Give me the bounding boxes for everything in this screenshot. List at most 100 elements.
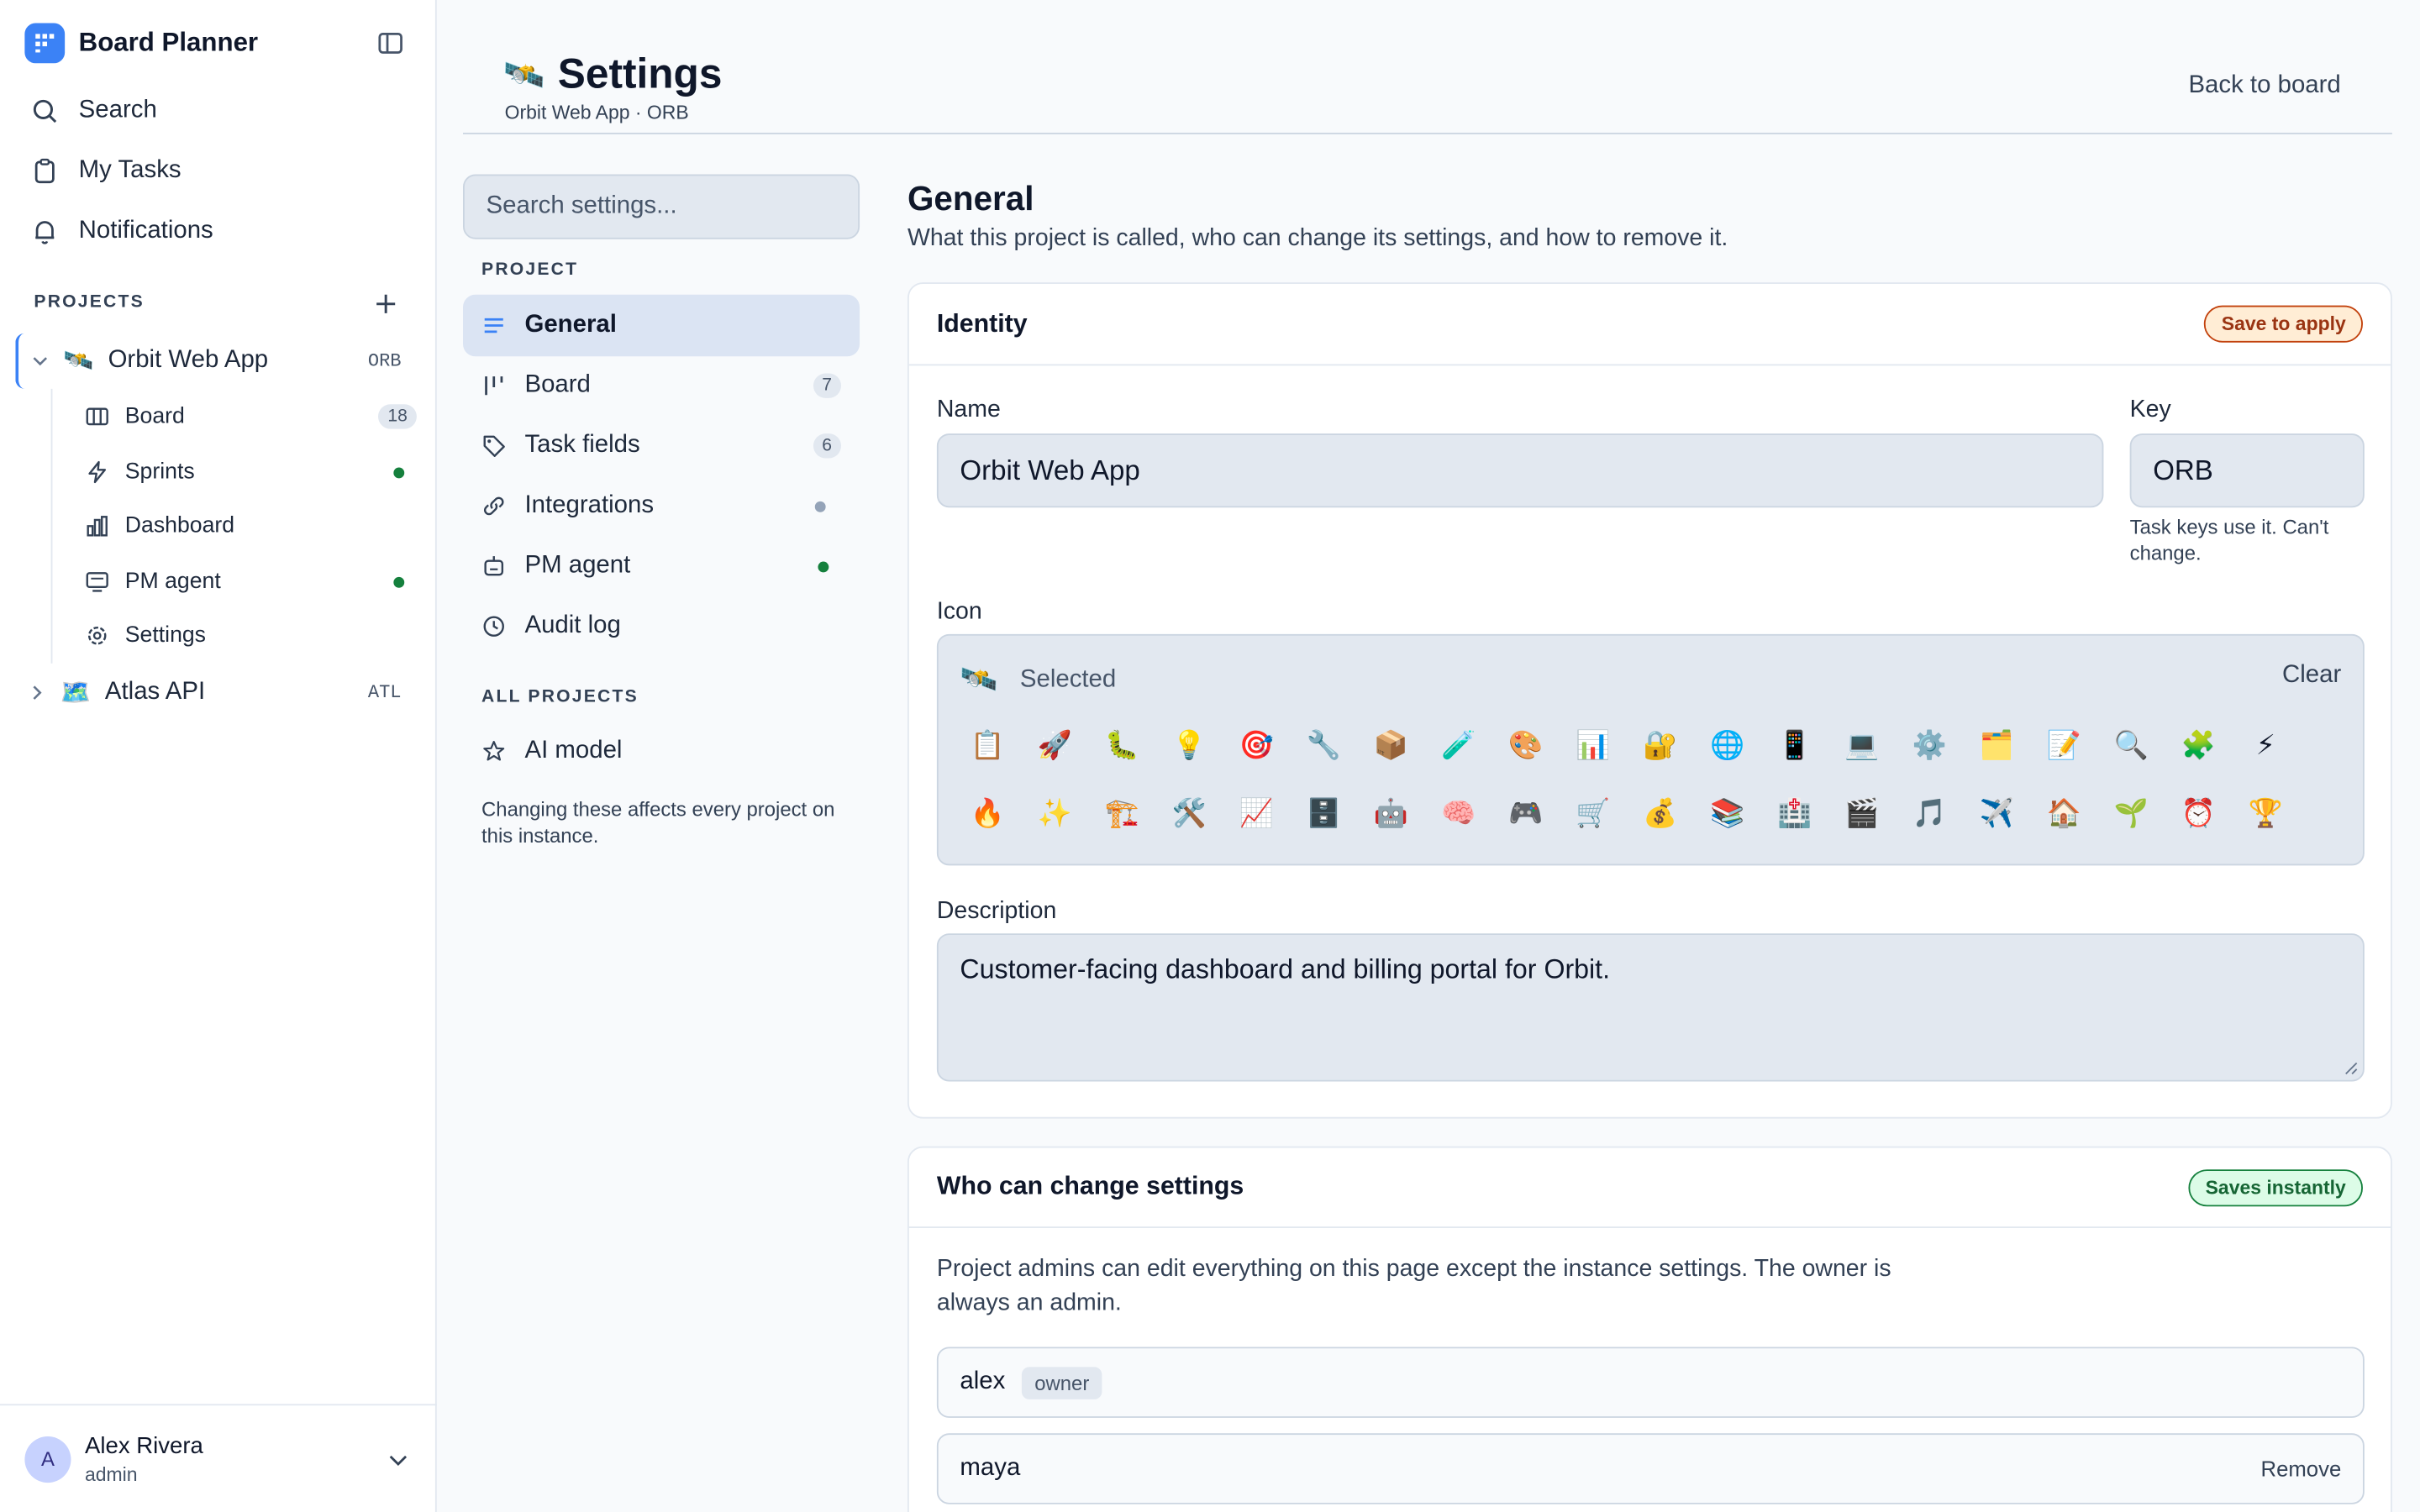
chevron-down-icon[interactable]	[31, 352, 50, 370]
nav-notifications-label: Notifications	[78, 217, 213, 244]
instance-note: Changing these affects every project on …	[481, 797, 835, 848]
emoji-option-icon[interactable]: ⏰	[2165, 789, 2232, 838]
kanban-icon	[485, 376, 503, 396]
sidebar-item-label: Settings	[124, 623, 207, 648]
emoji-option-icon[interactable]: 📈	[1223, 789, 1290, 838]
emoji-option-icon[interactable]: 📊	[1560, 721, 1627, 770]
settings-nav-general[interactable]: General	[463, 294, 860, 357]
emoji-option-icon[interactable]: 🏗️	[1088, 789, 1155, 838]
bell-icon	[35, 221, 55, 244]
clear-icon-button[interactable]: Clear	[2282, 662, 2341, 690]
settings-nav-label: PM agent	[524, 552, 631, 579]
project-atlas[interactable]: 🗺️ Atlas API ATL	[15, 665, 419, 721]
emoji-option-icon[interactable]: 🛒	[1560, 789, 1627, 838]
emoji-option-icon[interactable]: ✈️	[1963, 789, 2030, 838]
name-label: Name	[936, 396, 1001, 423]
project-key: ATL	[367, 681, 402, 704]
emoji-option-icon[interactable]: 🛠️	[1155, 789, 1223, 838]
emoji-option-icon[interactable]: 🧠	[1425, 789, 1492, 838]
permissions-text: Project admins can edit everything on th…	[936, 1256, 1891, 1316]
sidebar-toggle-icon[interactable]	[376, 29, 404, 57]
emoji-option-icon[interactable]: 🏠	[2030, 789, 2097, 838]
project-orbit[interactable]: 🛰️ Orbit Web App ORB	[15, 333, 419, 389]
card-title: Identity	[936, 309, 1028, 338]
remove-member-button[interactable]: Remove	[2261, 1457, 2342, 1481]
emoji-option-icon[interactable]: 🎬	[1828, 789, 1896, 838]
settings-nav-label: Task fields	[524, 432, 640, 459]
emoji-option-icon[interactable]: 🧪	[1425, 721, 1492, 770]
card-title: Who can change settings	[936, 1172, 1244, 1200]
emoji-option-icon[interactable]: 🔍	[2097, 721, 2165, 770]
settings-nav-audit-log[interactable]: Audit log	[463, 596, 860, 657]
emoji-option-icon[interactable]: 🔐	[1627, 721, 1694, 770]
emoji-option-icon[interactable]: 📋	[954, 721, 1021, 770]
back-to-board-button[interactable]: Back to board	[2188, 72, 2340, 100]
section-description: What this project is called, who can cha…	[907, 225, 1728, 252]
description-textarea[interactable]: Customer-facing dashboard and billing po…	[936, 933, 2365, 1082]
resize-handle-icon[interactable]	[2344, 1062, 2359, 1076]
sidebar-item-label: Sprints	[124, 459, 195, 485]
sidebar-item-settings[interactable]: Settings	[85, 616, 417, 656]
chevron-down-icon[interactable]	[387, 1448, 409, 1470]
settings-search-input[interactable]	[463, 174, 860, 239]
emoji-option-icon[interactable]: 🔧	[1290, 721, 1357, 770]
sidebar-item-sprints[interactable]: Sprints	[85, 452, 417, 492]
count-badge: 6	[813, 433, 842, 459]
sidebar-item-pm-agent[interactable]: PM agent	[85, 562, 417, 602]
sidebar-item-dashboard[interactable]: Dashboard	[85, 506, 417, 546]
selected-label: Selected	[1019, 665, 1117, 692]
settings-nav-integrations[interactable]: Integrations	[463, 475, 860, 537]
emoji-option-icon[interactable]: 💰	[1627, 789, 1694, 838]
emoji-option-icon[interactable]: 🤖	[1357, 789, 1424, 838]
settings-nav-pm-agent[interactable]: PM agent	[463, 535, 860, 596]
user-menu[interactable]: A Alex Rivera admin	[0, 1404, 437, 1512]
chevron-right-icon[interactable]	[28, 684, 46, 702]
nav-notifications[interactable]: Notifications	[31, 210, 213, 253]
key-input[interactable]: ORB	[2129, 433, 2365, 508]
emoji-option-icon[interactable]: ⚙️	[1896, 721, 1963, 770]
emoji-option-icon[interactable]: 🌱	[2097, 789, 2165, 838]
star-icon	[483, 740, 505, 761]
emoji-option-icon[interactable]: 💡	[1155, 721, 1223, 770]
emoji-option-icon[interactable]: 📱	[1761, 721, 1828, 770]
emoji-grid-row: 🔥 ✨ 🏗️ 🛠️ 📈 🗄️ 🤖 🧠 🎮 🛒 💰 📚 🏥 🎬 🎵 ✈️ 🏠 🌱 ⏰ 🏆	[954, 789, 2299, 838]
nav-search[interactable]: Search	[31, 90, 157, 133]
emoji-option-icon[interactable]: 📦	[1357, 721, 1424, 770]
description-label: Description	[936, 897, 1057, 925]
emoji-option-icon[interactable]: 🎨	[1492, 721, 1560, 770]
emoji-option-icon[interactable]: 🌐	[1694, 721, 1761, 770]
emoji-option-icon[interactable]: 🏥	[1761, 789, 1828, 838]
name-input[interactable]: Orbit Web App	[936, 433, 2104, 508]
emoji-option-icon[interactable]: 🏆	[2232, 789, 2299, 838]
emoji-option-icon[interactable]: 💻	[1828, 721, 1896, 770]
settings-nav-ai-model[interactable]: AI model	[463, 721, 860, 782]
monitor-icon	[86, 572, 108, 592]
page-header: 🛰️ Settings Orbit Web App · ORB Back to …	[463, 0, 2392, 134]
settings-nav-board[interactable]: Board 7	[463, 354, 860, 416]
clock-icon	[483, 616, 504, 637]
sidebar-item-label: PM agent	[124, 569, 221, 595]
emoji-option-icon[interactable]: 🐛	[1088, 721, 1155, 770]
emoji-option-icon[interactable]: 🎮	[1492, 789, 1560, 838]
settings-nav-task-fields[interactable]: Task fields 6	[463, 415, 860, 476]
emoji-option-icon[interactable]: 🧩	[2165, 721, 2232, 770]
bar-chart-icon	[87, 516, 108, 537]
settings-nav-label: AI model	[524, 737, 623, 764]
map-icon: 🗺️	[60, 680, 92, 707]
gear-icon	[87, 626, 107, 645]
sidebar-item-label: Board	[124, 404, 185, 429]
add-project-icon[interactable]	[372, 290, 400, 318]
emoji-option-icon[interactable]: 🎯	[1223, 721, 1290, 770]
nav-my-tasks[interactable]: My Tasks	[31, 150, 182, 192]
emoji-option-icon[interactable]: 🔥	[954, 789, 1021, 838]
emoji-option-icon[interactable]: 🚀	[1021, 721, 1088, 770]
emoji-option-icon[interactable]: ✨	[1021, 789, 1088, 838]
emoji-option-icon[interactable]: 📝	[2030, 721, 2097, 770]
emoji-option-icon[interactable]: 🗂️	[1963, 721, 2030, 770]
emoji-option-icon[interactable]: 🗄️	[1290, 789, 1357, 838]
emoji-option-icon[interactable]: 📚	[1694, 789, 1761, 838]
emoji-option-icon[interactable]: 🎵	[1896, 789, 1963, 838]
sidebar-item-board[interactable]: Board 18	[85, 396, 417, 437]
brand[interactable]: Board Planner	[24, 23, 258, 64]
emoji-option-icon[interactable]: ⚡	[2232, 721, 2299, 770]
